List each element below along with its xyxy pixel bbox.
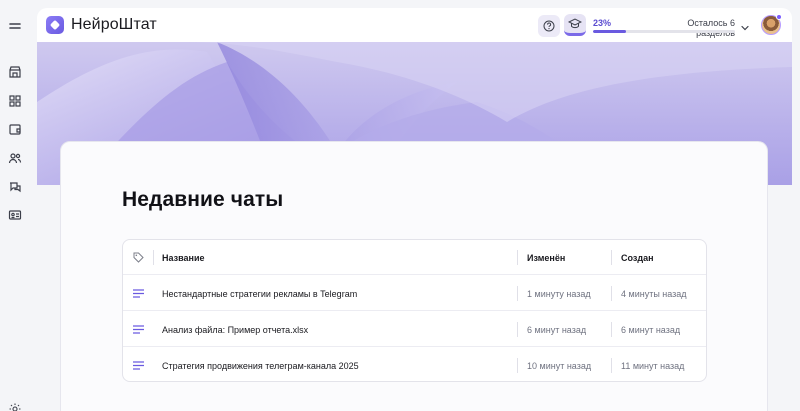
id-card-icon[interactable] [8,208,22,222]
column-separator [517,286,518,301]
chevron-down-icon[interactable] [740,20,750,31]
progress-percent: 23% [593,18,612,28]
column-separator [153,250,154,265]
course-button[interactable] [564,14,586,36]
sun-icon[interactable] [9,402,21,411]
progress-remaining-label: Осталось 6 разделов [687,18,735,38]
column-separator [611,322,612,337]
question-icon [543,20,555,32]
brand-name[interactable]: НейроШтат [71,16,157,34]
recent-chats-table: Название Изменён Создан Нестандартные ст… [122,239,707,382]
table-row[interactable]: Анализ файла: Пример отчета.xlsx 6 минут… [123,312,706,347]
chat-list-icon [131,312,145,347]
table-row[interactable]: Стратегия продвижения телеграм-канала 20… [123,348,706,381]
chat-created: 6 минут назад [621,324,681,335]
column-separator [517,358,518,373]
chat-name[interactable]: Нестандартные стратегии рекламы в Telegr… [162,276,357,311]
column-separator [517,250,518,265]
notification-dot [776,14,782,20]
sidebar-rail [0,0,30,411]
column-separator [517,322,518,337]
wallet-icon[interactable] [8,122,22,136]
chat-modified: 1 минуту назад [527,288,591,299]
help-button[interactable] [538,15,560,37]
chat-modified: 10 минут назад [527,360,592,371]
column-header-name[interactable]: Название [162,240,204,275]
graduation-cap-icon [568,17,582,28]
users-icon[interactable] [8,151,22,165]
column-header-created[interactable]: Создан [621,240,654,275]
top-bar: НейроШтат 23% Осталось 6 разделов [37,8,792,42]
progress-bar [593,30,735,33]
chat-created: 4 минуты назад [621,288,687,299]
menu-icon[interactable] [8,19,22,33]
store-icon[interactable] [8,65,22,79]
chat-modified: 6 минут назад [527,324,587,335]
dashboard-icon[interactable] [8,94,22,108]
progress-bar-fill [593,30,626,33]
chat-name[interactable]: Анализ файла: Пример отчета.xlsx [162,312,308,347]
chat-created: 11 минут назад [621,360,685,371]
column-separator [611,286,612,301]
chat-icon[interactable] [8,180,22,194]
column-separator [611,358,612,373]
table-row[interactable]: Нестандартные стратегии рекламы в Telegr… [123,276,706,311]
chat-name[interactable]: Стратегия продвижения телеграм-канала 20… [162,348,359,381]
tag-icon [131,240,145,275]
chat-list-icon [131,276,145,311]
logo-icon[interactable] [46,16,64,34]
main-card: Недавние чаты Название Изменён Создан Не… [60,141,768,411]
table-header: Название Изменён Создан [123,240,706,275]
column-separator [611,250,612,265]
chat-list-icon [131,348,145,381]
column-header-modified[interactable]: Изменён [527,240,565,275]
page-title: Недавние чаты [122,188,284,211]
